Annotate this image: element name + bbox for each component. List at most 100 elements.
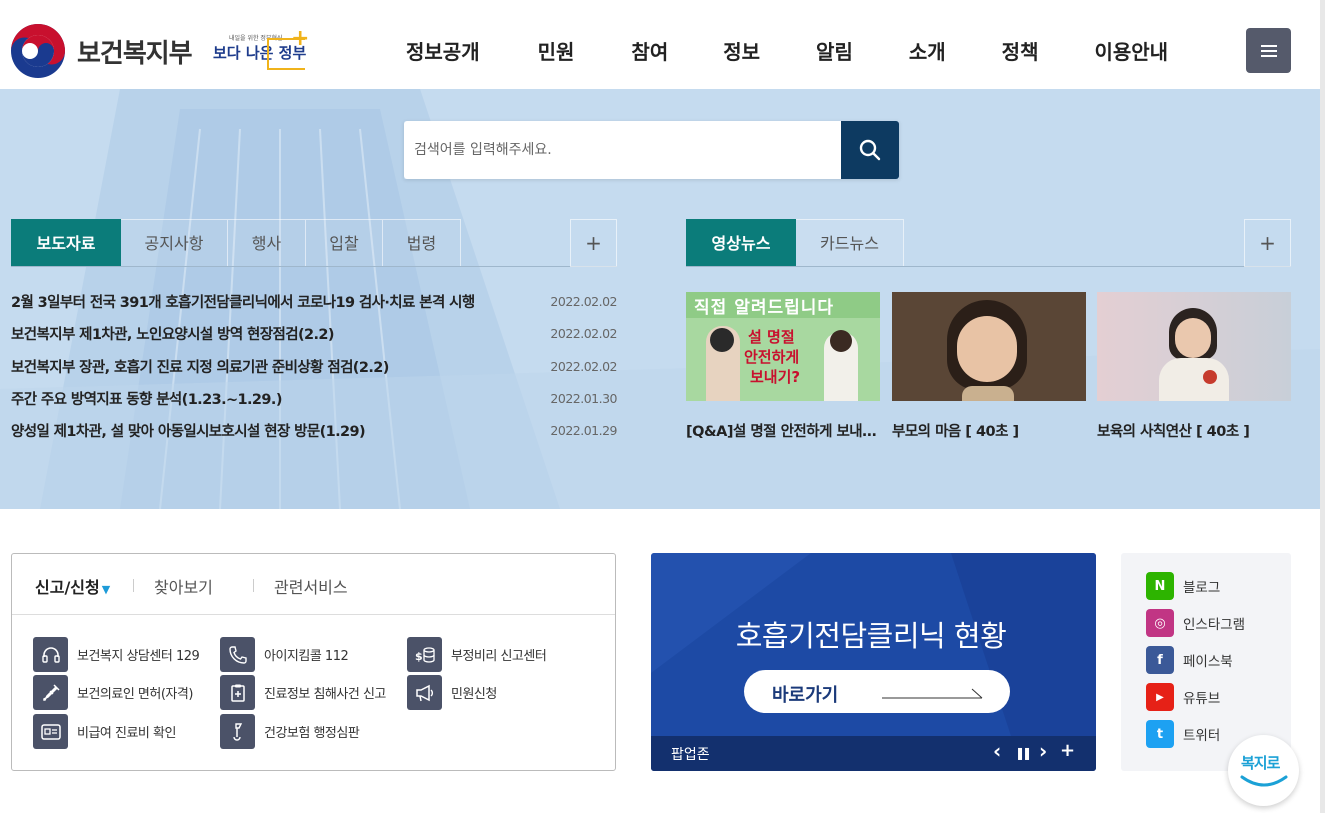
all-menu-button[interactable] [1246, 28, 1291, 73]
sns-label: 트위터 [1183, 728, 1221, 744]
video-card[interactable]: 직접 알려드립니다 설 명절 안전하게 보내기? [Q&A]설 명절 안전하게 … [686, 292, 880, 440]
tab-label: 신고/신청 [35, 578, 100, 597]
clipboard-icon [220, 675, 255, 710]
sns-label: 블로그 [1183, 580, 1221, 596]
service-item[interactable]: 건강보험 행정심판 [220, 714, 360, 749]
service-item[interactable]: 보건복지 상담센터 129 [33, 637, 200, 672]
sns-label: 페이스북 [1183, 654, 1233, 670]
popup-go-button[interactable]: 바로가기 [744, 670, 1010, 713]
news-tabs: 보도자료 공지사항 행사 입찰 법령 [11, 219, 461, 267]
nav-item[interactable]: 정책 [1002, 36, 1039, 65]
nav-item[interactable]: 민원 [538, 36, 575, 65]
sns-label: 유튜브 [1183, 691, 1221, 707]
tab-report-apply[interactable]: 신고/신청 ▼ [35, 574, 110, 598]
news-tab-line [11, 266, 617, 267]
thumb-text: 안전하게 [744, 348, 800, 366]
service-item[interactable]: 아이지킴콜 112 [220, 637, 349, 672]
tab-browse[interactable]: 찾아보기 [154, 574, 213, 598]
caret-down-icon: ▼ [101, 583, 111, 596]
service-item[interactable]: 보건의료인 면허(자격) [33, 675, 193, 710]
video-card[interactable]: 부모의 마음 [ 40초 ] [892, 292, 1086, 440]
nav-item[interactable]: 정보 [723, 36, 760, 65]
video-caption[interactable]: [Q&A]설 명절 안전하게 보내기? [686, 420, 880, 441]
video-caption[interactable]: 부모의 마음 [ 40초 ] [892, 420, 1086, 441]
service-tabs: 신고/신청 ▼ 찾아보기 관련서비스 [12, 554, 615, 615]
list-item[interactable]: 양성일 제1차관, 설 맞아 아동일시보호시설 현장 방문(1.29) 2022.… [11, 420, 617, 452]
video-tabs: 영상뉴스 카드뉴스 [686, 219, 904, 267]
search-input[interactable] [404, 121, 841, 179]
video-more-button[interactable]: + [1244, 219, 1291, 267]
smile-icon [1240, 775, 1288, 787]
hamburger-icon [1260, 49, 1277, 52]
list-item[interactable]: 주간 주요 방역지표 동향 분석(1.23.~1.29.) 2022.01.30 [11, 388, 617, 420]
id-card-icon [33, 714, 68, 749]
service-item[interactable]: 민원신청 [407, 675, 497, 710]
naver-blog-icon: N [1146, 572, 1174, 600]
news-title[interactable]: 2월 3일부터 전국 391개 호흡기전담클리닉에서 코로나19 검사·치료 본… [11, 291, 475, 312]
tab-related-services[interactable]: 관련서비스 [274, 574, 348, 598]
news-title[interactable]: 양성일 제1차관, 설 맞아 아동일시보호시설 현장 방문(1.29) [11, 420, 366, 441]
service-item[interactable]: 진료정보 침해사건 신고 [220, 675, 386, 710]
nav-item[interactable]: 이용안내 [1094, 36, 1168, 65]
sns-instagram[interactable]: ◎ 인스타그램 [1146, 609, 1245, 637]
news-date: 2022.02.02 [550, 326, 617, 342]
service-label: 진료정보 침해사건 신고 [264, 687, 386, 702]
search-button[interactable] [841, 121, 899, 179]
sns-twitter[interactable]: t 트위터 [1146, 720, 1220, 748]
nav-item[interactable]: 정보공개 [406, 36, 480, 65]
gavel-icon [220, 714, 255, 749]
thumb-text: 설 명절 [748, 328, 795, 346]
tab-bidding[interactable]: 입찰 [306, 219, 383, 267]
sns-facebook[interactable]: f 페이스북 [1146, 646, 1233, 674]
video-thumbnail[interactable] [1097, 292, 1291, 401]
video-card[interactable]: 보육의 사칙연산 [ 40초 ] [1097, 292, 1291, 440]
list-item[interactable]: 보건복지부 제1차관, 노인요양시설 방역 현장점검(2.2) 2022.02.0… [11, 323, 617, 355]
tab-video-news[interactable]: 영상뉴스 [686, 219, 796, 267]
video-thumbnail[interactable]: 직접 알려드립니다 설 명절 안전하게 보내기? [686, 292, 880, 401]
svg-text:$: $ [415, 650, 423, 663]
news-title[interactable]: 보건복지부 장관, 호흡기 진료 지정 의료기관 준비상황 점검(2.2) [11, 356, 389, 377]
video-caption[interactable]: 보육의 사칙연산 [ 40초 ] [1097, 420, 1291, 441]
video-thumbnail[interactable] [892, 292, 1086, 401]
news-title[interactable]: 주간 주요 방역지표 동향 분석(1.23.~1.29.) [11, 388, 282, 409]
phone-icon [220, 637, 255, 672]
prev-icon[interactable]: ‹ [993, 739, 1001, 763]
syringe-icon [33, 675, 68, 710]
service-panel: 신고/신청 ▼ 찾아보기 관련서비스 보건복지 상담센터 129 아이지킴콜 11… [11, 553, 616, 771]
video-tab-line [686, 266, 1291, 267]
list-item[interactable]: 2월 3일부터 전국 391개 호흡기전담클리닉에서 코로나19 검사·치료 본… [11, 291, 617, 323]
service-label: 보건복지 상담센터 129 [77, 649, 200, 664]
news-list: 2월 3일부터 전국 391개 호흡기전담클리닉에서 코로나19 검사·치료 본… [11, 291, 617, 452]
nav-item[interactable]: 알림 [816, 36, 853, 65]
sns-youtube[interactable]: ▶ 유튜브 [1146, 683, 1220, 711]
nav-item[interactable]: 참여 [631, 36, 668, 65]
list-item[interactable]: 보건복지부 장관, 호흡기 진료 지정 의료기관 준비상황 점검(2.2) 202… [11, 356, 617, 388]
bokjiro-chatbot-button[interactable]: 복지로 [1228, 735, 1299, 806]
next-icon[interactable]: › [1039, 739, 1047, 763]
tab-press-release[interactable]: 보도자료 [11, 219, 121, 267]
service-label: 아이지킴콜 112 [264, 649, 349, 664]
news-more-button[interactable]: + [570, 219, 617, 267]
popup-title[interactable]: 호흡기전담클리닉 현황 [651, 613, 1091, 655]
pause-icon[interactable]: ❚❚ [1015, 746, 1032, 760]
nav-item[interactable]: 소개 [909, 36, 946, 65]
tab-separator [133, 579, 134, 592]
tab-events[interactable]: 행사 [228, 219, 306, 267]
service-label: 부정비리 신고센터 [451, 649, 547, 664]
tab-laws[interactable]: 법령 [383, 219, 461, 267]
service-item[interactable]: $ 부정비리 신고센터 [407, 637, 547, 672]
news-date: 2022.01.29 [550, 423, 617, 439]
news-date: 2022.01.30 [550, 390, 617, 406]
slogan-main-a: 보다 나은 [213, 44, 274, 62]
sns-blog[interactable]: N 블로그 [1146, 572, 1220, 600]
service-item[interactable]: 비급여 진료비 확인 [33, 714, 176, 749]
slogan-plus-icon: + [291, 26, 310, 51]
thumb-text: 보내기? [750, 368, 801, 386]
plus-icon[interactable]: + [1060, 740, 1075, 761]
ministry-logo[interactable]: 보건복지부 [11, 24, 193, 78]
tab-card-news[interactable]: 카드뉴스 [796, 219, 904, 267]
tab-notice[interactable]: 공지사항 [121, 219, 228, 267]
news-title[interactable]: 보건복지부 제1차관, 노인요양시설 방역 현장점검(2.2) [11, 323, 335, 344]
scrollbar[interactable] [1320, 0, 1325, 813]
facebook-icon: f [1146, 646, 1174, 674]
